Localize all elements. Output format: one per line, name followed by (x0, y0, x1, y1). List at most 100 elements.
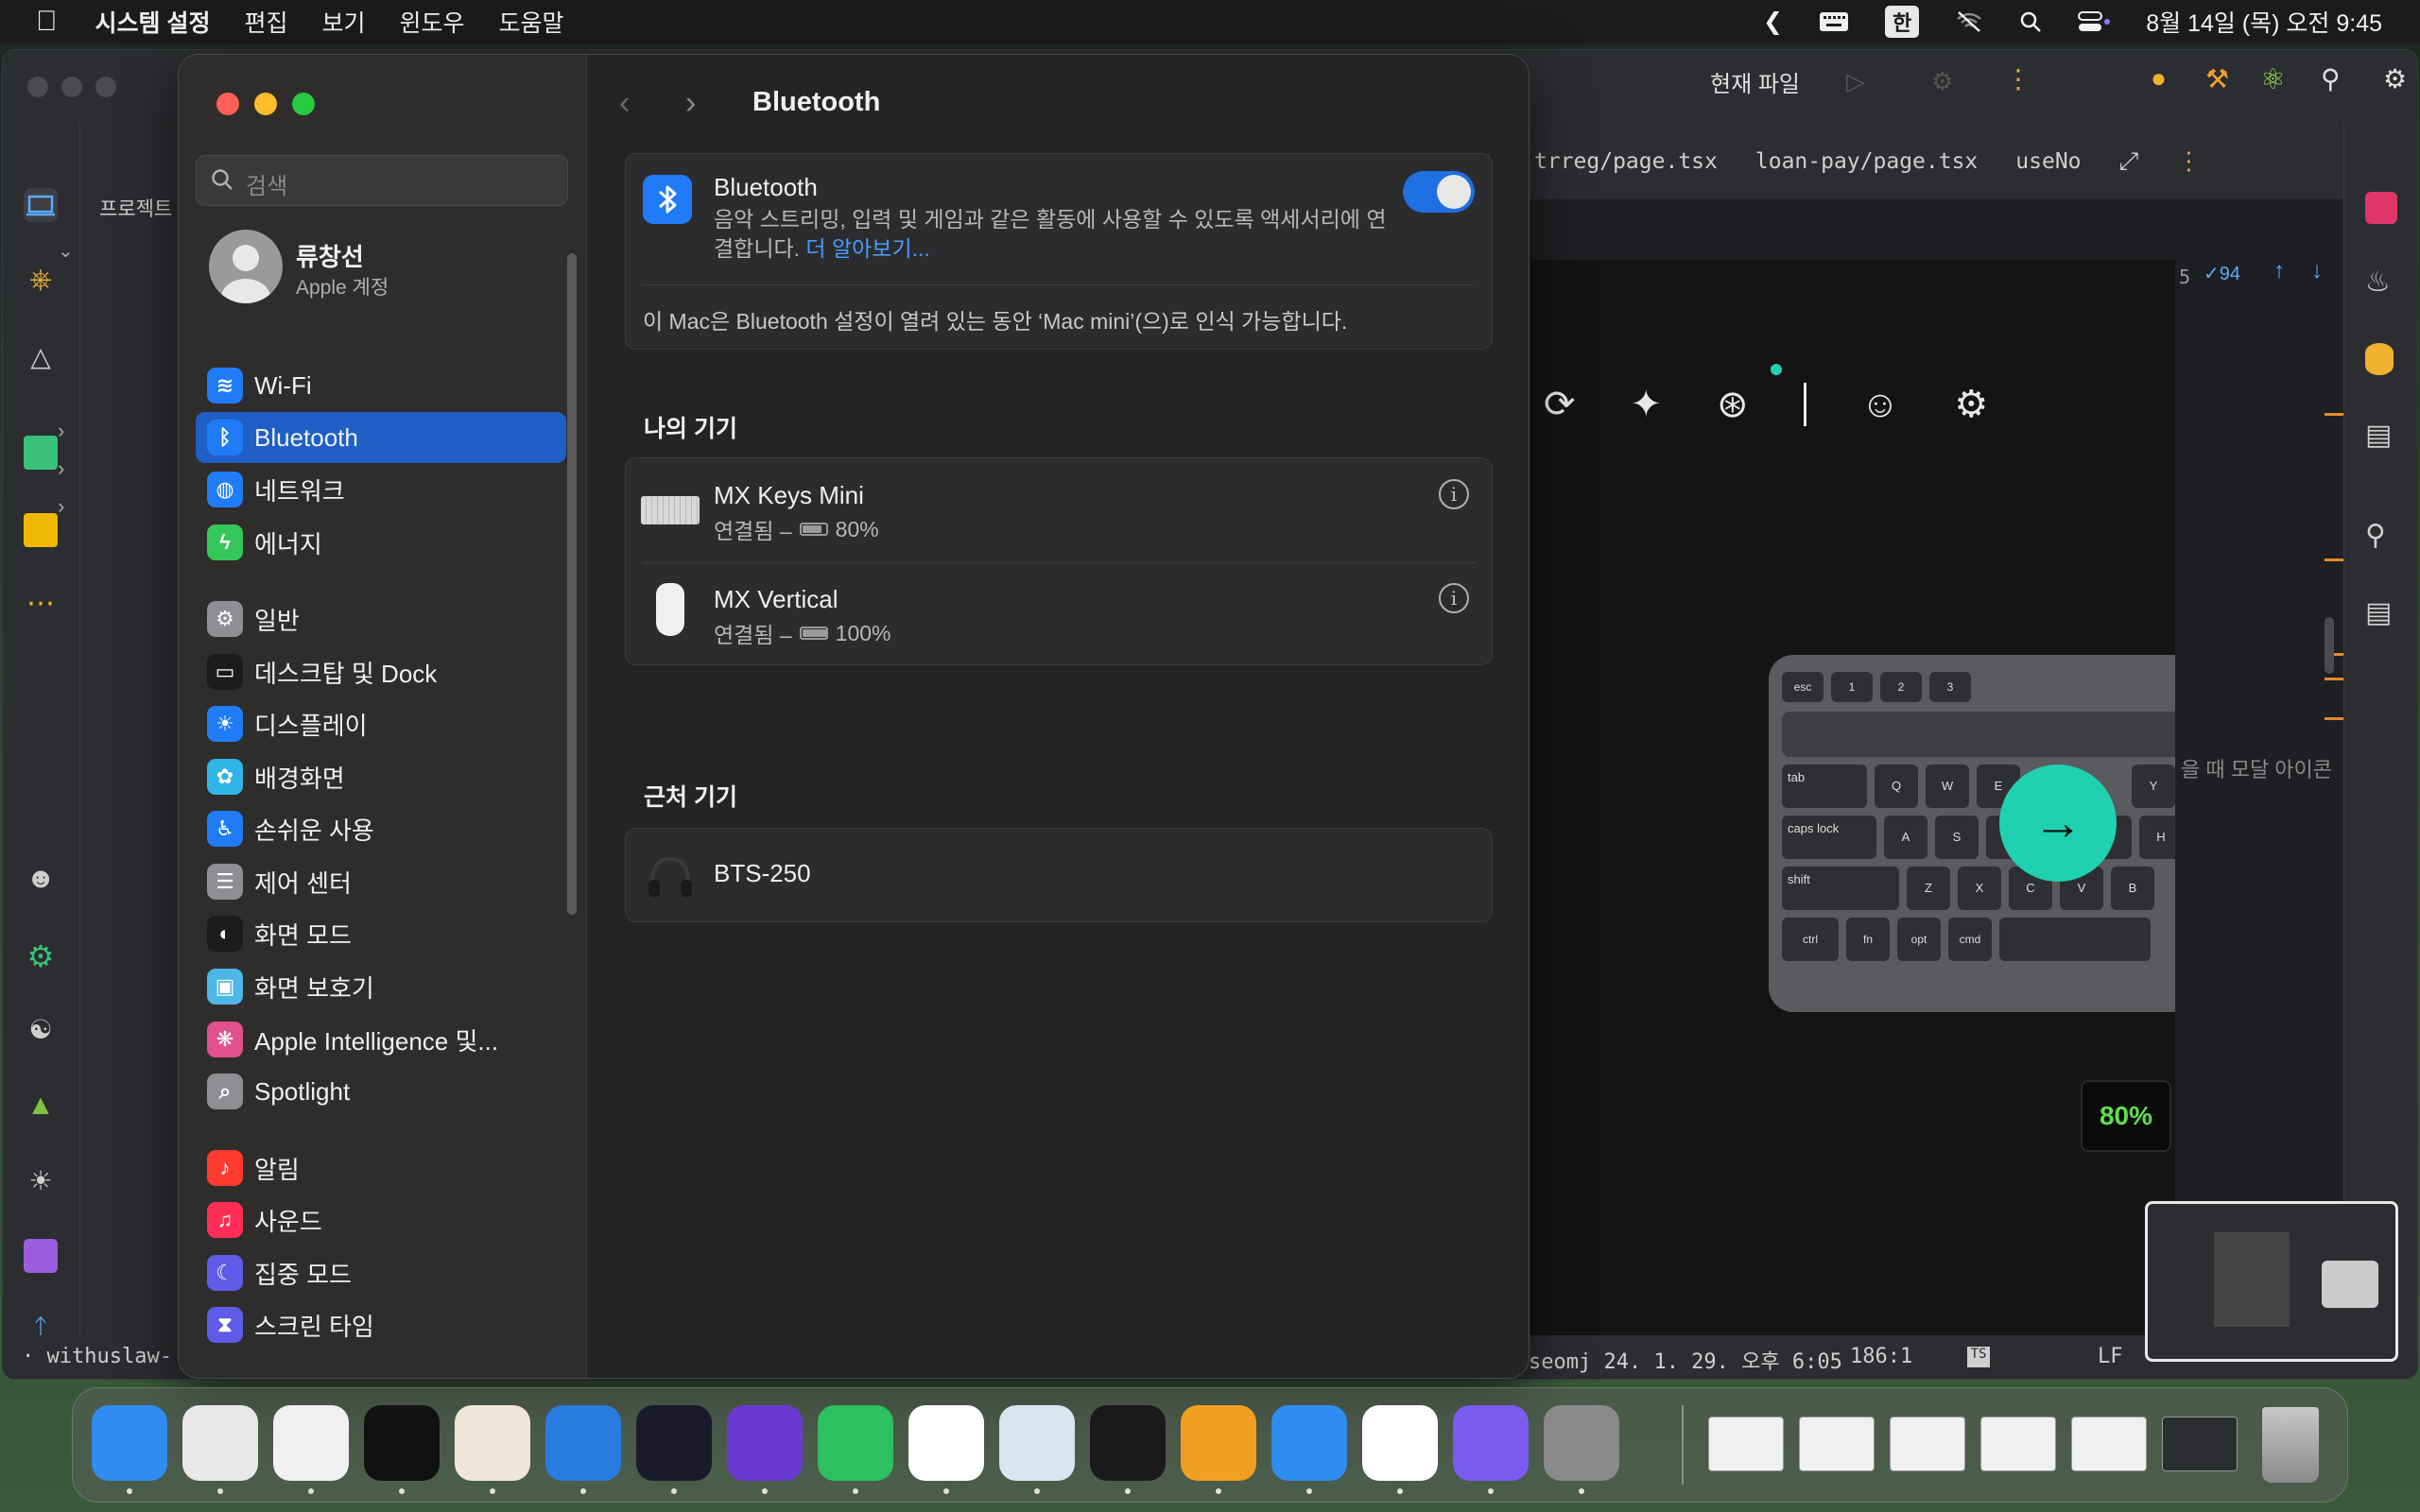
branch-label[interactable]: · withuslaw- (22, 1345, 172, 1368)
apple-icon[interactable]:  (36, 6, 58, 38)
ai-assistant-icon[interactable]: ⚛ (2260, 63, 2286, 96)
tab-trreg-page[interactable]: trreg/page.tsx (1534, 149, 1718, 174)
numbers-icon[interactable] (818, 1405, 893, 1481)
device-row-mx-vertical[interactable]: MX Vertical 연결됨 – 100% i (626, 562, 1494, 666)
cat-icon[interactable]: ☯ (24, 1014, 58, 1048)
tools-icon[interactable]: ⚒ (2205, 63, 2229, 94)
tree-chevron-right[interactable]: › (58, 494, 64, 519)
sidebar-item-화면-보호기[interactable]: ▣ 화면 보호기 (196, 961, 566, 1012)
recent-window-thumbnail[interactable] (2162, 1417, 2238, 1471)
sidebar-item-사운드[interactable]: ♫ 사운드 (196, 1194, 566, 1246)
commit-icon[interactable]: ⎈ (24, 264, 58, 298)
tree-chevron-down[interactable]: ⌄ (58, 239, 74, 263)
sidebar-item-손쉬운-사용[interactable]: ♿ 손쉬운 사용 (196, 803, 566, 854)
bluetooth-toggle[interactable] (1403, 171, 1475, 213)
sidebar-item-디스플레이[interactable]: ☀ 디스플레이 (196, 698, 566, 749)
sidebar-item-스크린-타임[interactable]: ⧗ 스크린 타임 (196, 1299, 566, 1350)
sidebar-item-bluetooth[interactable]: ᛒ Bluetooth (196, 412, 566, 463)
incognito-icon[interactable]: ☻ (24, 863, 58, 897)
terminal-tool-icon[interactable] (24, 1239, 58, 1273)
find-icon[interactable]: ⚲ (2365, 519, 2386, 552)
sidebar-item-wi-fi[interactable]: ≋ Wi-Fi (196, 360, 566, 411)
sidebar-item-화면-모드[interactable]: ◐ 화면 모드 (196, 908, 566, 959)
files-icon[interactable] (545, 1405, 621, 1481)
learn-more-link[interactable]: 더 알아보기... (805, 236, 929, 261)
recent-window-thumbnail[interactable] (1708, 1417, 1784, 1471)
input-source-indicator[interactable]: 한 (1884, 6, 1920, 38)
info-icon[interactable]: i (1439, 583, 1469, 613)
chevron-left-icon[interactable]: ❮ (1763, 8, 1783, 36)
structure-icon[interactable]: △ (24, 341, 58, 375)
naver-whale-icon[interactable] (908, 1405, 984, 1481)
blame-info[interactable]: seomj 24. 1. 29. 오후 6:05 (1529, 1345, 1842, 1375)
search-field[interactable]: 검색 (196, 155, 568, 206)
database-icon[interactable] (24, 513, 58, 547)
cursor-icon[interactable] (636, 1405, 712, 1481)
keyboard-icon[interactable] (1819, 11, 1849, 32)
info-icon[interactable]: i (1439, 479, 1469, 509)
wifi-off-icon[interactable] (1955, 10, 1983, 33)
close-button[interactable] (216, 93, 239, 115)
sidebar-item-네트워크[interactable]: ◍ 네트워크 (196, 464, 566, 515)
arrow-right-button[interactable]: → (1999, 765, 2117, 882)
device-row-bts-250[interactable]: BTS-250 (626, 829, 1494, 923)
menubar-datetime[interactable]: 8월 14일 (목) 오전 9:45 (2146, 5, 2382, 39)
check-cycle-icon[interactable]: ⟳ (1544, 383, 1576, 426)
sidebar-item-데스크탑-및-dock[interactable]: ▭ 데스크탑 및 Dock (196, 646, 566, 697)
keynote-icon[interactable] (1271, 1405, 1347, 1481)
ide-zoom-button[interactable] (95, 77, 116, 97)
recent-window-thumbnail[interactable] (2071, 1417, 2147, 1471)
line-ending[interactable]: LF (2098, 1345, 2123, 1368)
pages-icon[interactable] (1181, 1405, 1256, 1481)
screenshot-thumbnail[interactable] (2145, 1201, 2398, 1362)
chrome-icon[interactable] (273, 1405, 349, 1481)
minimize-button[interactable] (254, 93, 277, 115)
database-icon[interactable] (2365, 343, 2394, 375)
avatar[interactable] (209, 230, 283, 303)
arrow-up-icon[interactable]: ↑ (2273, 258, 2285, 284)
recent-window-thumbnail[interactable] (1980, 1417, 2056, 1471)
sidebar-item-spotlight[interactable]: ⌕ Spotlight (196, 1066, 566, 1117)
sparkle-icon[interactable]: ✦ (1631, 383, 1663, 426)
back-button[interactable]: ‹ (619, 85, 630, 122)
android-icon[interactable]: ▲ (24, 1090, 58, 1124)
expand-icon[interactable]: ⤢ (2119, 147, 2139, 177)
menu-view[interactable]: 보기 (321, 5, 365, 39)
intellij-icon[interactable] (364, 1405, 440, 1481)
debug-icon[interactable]: ⚙ (1931, 67, 1953, 96)
menu-app-name[interactable]: 시스템 설정 (95, 5, 211, 39)
clipboard-icon[interactable]: ▤ (2365, 596, 2392, 629)
project-tool-icon[interactable] (24, 188, 58, 222)
zoom-button[interactable] (292, 93, 315, 115)
notchnook-icon[interactable] (1453, 1405, 1529, 1481)
more-icon[interactable]: ⋮ (2005, 63, 2031, 94)
more-tools-icon[interactable]: ⋯ (24, 587, 58, 621)
tab-useno[interactable]: useNo (2015, 149, 2081, 174)
project-label[interactable]: 프로젝트 (99, 194, 172, 222)
device-row-mx-keys-mini[interactable]: MX Keys Mini 연결됨 – 80% i (626, 458, 1494, 562)
sidebar-item-알림[interactable]: ♪ 알림 (196, 1143, 566, 1194)
ide-minimize-button[interactable] (61, 77, 82, 97)
sidebar-scrollbar[interactable] (567, 253, 577, 915)
gear-icon[interactable]: ⚙ (1954, 383, 1988, 426)
control-center-icon[interactable] (2078, 10, 2111, 33)
preview-icon[interactable] (999, 1405, 1075, 1481)
user-icon[interactable]: ☺ (1861, 384, 1900, 426)
search-icon[interactable] (2019, 10, 2042, 33)
tree-chevron-right[interactable]: › (58, 419, 64, 443)
run-config-selector[interactable]: 현재 파일 (1710, 65, 1800, 98)
ide-close-button[interactable] (27, 77, 48, 97)
trash-icon[interactable] (2262, 1407, 2319, 1483)
bookmarks-icon[interactable] (24, 436, 58, 470)
forward-button[interactable]: › (685, 85, 696, 122)
terminal-icon[interactable] (1090, 1405, 1166, 1481)
menu-help[interactable]: 도움말 (499, 5, 564, 39)
recent-window-thumbnail[interactable] (1890, 1417, 1965, 1471)
settings-icon[interactable]: ⚙ (2383, 63, 2407, 94)
finder-icon[interactable] (92, 1405, 167, 1481)
notifications-icon[interactable]: ♨ (2365, 266, 2391, 299)
tab-loan-pay-page[interactable]: loan-pay/page.tsx (1755, 149, 1978, 174)
tabs-more-icon[interactable]: ⋮ (2176, 147, 2201, 176)
services-icon[interactable]: ☀ (24, 1165, 58, 1199)
editor-scrollbar[interactable] (2325, 617, 2334, 674)
